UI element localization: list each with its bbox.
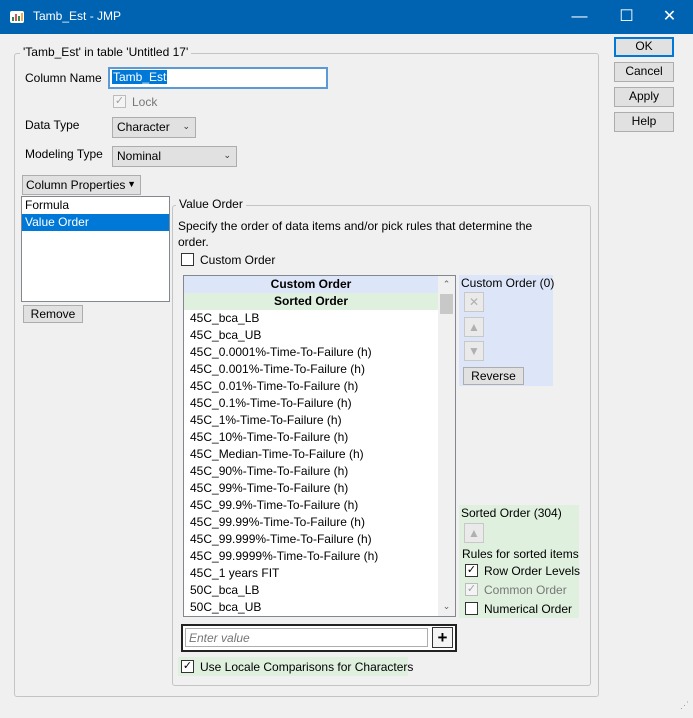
maximize-icon: ☐ [619,8,634,25]
move-up-button[interactable]: ▲ [464,317,484,337]
list-item[interactable]: 45C_0.0001%-Time-To-Failure (h) [184,344,438,361]
numerical-order-checkbox[interactable] [465,602,478,615]
lock-label: Lock [132,95,158,109]
rules-label: Rules for sorted items [462,547,579,561]
column-name-field[interactable]: Tamb_Est [108,67,328,89]
value-order-title: Value Order [176,197,246,211]
enter-value-frame: + [181,624,457,652]
column-name-label: Column Name [25,71,102,85]
scroll-up-icon[interactable]: ⌃ [438,276,455,293]
ok-button[interactable]: OK [614,37,674,57]
scroll-down-icon[interactable]: ⌄ [438,598,455,615]
up-arrow-icon: ▲ [468,526,480,540]
list-item[interactable]: 45C_0.01%-Time-To-Failure (h) [184,378,438,395]
dropdown-arrow-icon: ▼ [127,179,136,189]
list-item[interactable]: 50C_bca_LB [184,582,438,599]
list-item[interactable]: 45C_1%-Time-To-Failure (h) [184,412,438,429]
properties-list[interactable]: Formula Value Order [21,196,170,302]
add-value-button[interactable]: + [432,627,453,648]
column-name-value: Tamb_Est [112,70,168,84]
list-item[interactable]: 45C_Median-Time-To-Failure (h) [184,446,438,463]
modeling-type-label: Modeling Type [25,147,103,161]
custom-order-checkbox-label: Custom Order [200,253,276,267]
list-item[interactable]: 45C_0.001%-Time-To-Failure (h) [184,361,438,378]
check-icon: ✓ [182,660,193,672]
group-title: 'Tamb_Est' in table 'Untitled 17' [20,45,192,59]
list-item[interactable]: 45C_bca_LB [184,310,438,327]
apply-button[interactable]: Apply [614,87,674,107]
vertical-scrollbar[interactable]: ⌃ ⌄ [438,276,455,616]
value-order-description: Specify the order of data items and/or p… [178,219,533,249]
list-item[interactable]: 45C_99.99%-Time-To-Failure (h) [184,514,438,531]
list-item[interactable]: 45C_99.999%-Time-To-Failure (h) [184,531,438,548]
value-order-list[interactable]: Custom Order Sorted Order 45C_bca_LB 45C… [183,275,456,617]
numerical-order-label: Numerical Order [484,602,573,616]
scrollbar-thumb[interactable] [440,294,453,314]
delete-item-button[interactable]: ✕ [464,292,484,312]
list-item[interactable]: 45C_bca_UB [184,327,438,344]
check-icon: ✓ [114,95,125,107]
plus-icon: + [437,628,448,647]
close-button[interactable]: ✕ [646,0,693,34]
minimize-button[interactable]: — [556,0,603,34]
column-properties-button[interactable]: Column Properties ▼ [22,175,141,195]
locale-comparisons-label: Use Locale Comparisons for Characters [200,660,414,674]
list-item[interactable]: 45C_99.9999%-Time-To-Failure (h) [184,548,438,565]
chevron-down-icon: ⌄ [223,150,231,160]
help-button[interactable]: Help [614,112,674,132]
list-item[interactable]: 45C_99.9%-Time-To-Failure (h) [184,497,438,514]
row-order-levels-label: Row Order Levels [484,564,581,578]
row-order-levels-checkbox[interactable]: ✓ [465,564,478,577]
data-type-dropdown[interactable]: Character ⌄ [112,117,196,138]
check-icon: ✓ [466,583,477,595]
list-item[interactable]: 50C_bca_UB [184,599,438,616]
data-type-value: Character [117,120,170,134]
remove-button[interactable]: Remove [23,305,83,323]
check-icon: ✓ [466,564,477,576]
sorted-order-header: Sorted Order [184,293,438,310]
resize-grip-icon[interactable]: ⋰ [680,700,690,710]
common-order-label: Common Order [484,583,567,597]
jmp-app-icon [10,11,24,23]
down-arrow-icon: ▼ [468,344,480,358]
close-icon: ✕ [662,8,677,25]
cancel-button[interactable]: Cancel [614,62,674,82]
reverse-button[interactable]: Reverse [463,367,524,385]
common-order-checkbox[interactable]: ✓ [465,583,478,596]
up-arrow-icon: ▲ [468,320,480,334]
title-bar[interactable]: Tamb_Est - JMP — ☐ ✕ [0,0,693,34]
sorted-order-count: Sorted Order (304) [461,506,562,520]
maximize-button[interactable]: ☐ [603,0,650,34]
sorted-move-up-button[interactable]: ▲ [464,523,484,543]
list-item[interactable]: 45C_10%-Time-To-Failure (h) [184,429,438,446]
chevron-down-icon: ⌄ [182,121,190,131]
list-item[interactable]: 45C_1 years FIT [184,565,438,582]
modeling-type-dropdown[interactable]: Nominal ⌄ [112,146,237,167]
property-item-value-order[interactable]: Value Order [22,214,169,231]
locale-comparisons-checkbox[interactable]: ✓ [181,660,194,673]
property-item-formula[interactable]: Formula [22,197,169,214]
list-item[interactable]: 45C_0.1%-Time-To-Failure (h) [184,395,438,412]
custom-order-header: Custom Order [184,276,438,293]
column-properties-label: Column Properties [26,178,126,192]
lock-checkbox[interactable]: ✓ [113,95,126,108]
data-type-label: Data Type [25,118,80,132]
enter-value-input[interactable] [185,628,428,647]
minimize-icon: — [571,8,588,25]
list-item[interactable]: 45C_90%-Time-To-Failure (h) [184,463,438,480]
window-title: Tamb_Est - JMP [33,9,122,23]
x-icon: ✕ [468,295,480,309]
custom-order-count: Custom Order (0) [461,276,555,290]
custom-order-checkbox[interactable] [181,253,194,266]
value-items: 45C_bca_LB 45C_bca_UB 45C_0.0001%-Time-T… [184,310,438,616]
list-item[interactable]: 45C_99%-Time-To-Failure (h) [184,480,438,497]
move-down-button[interactable]: ▼ [464,341,484,361]
modeling-type-value: Nominal [117,149,162,163]
